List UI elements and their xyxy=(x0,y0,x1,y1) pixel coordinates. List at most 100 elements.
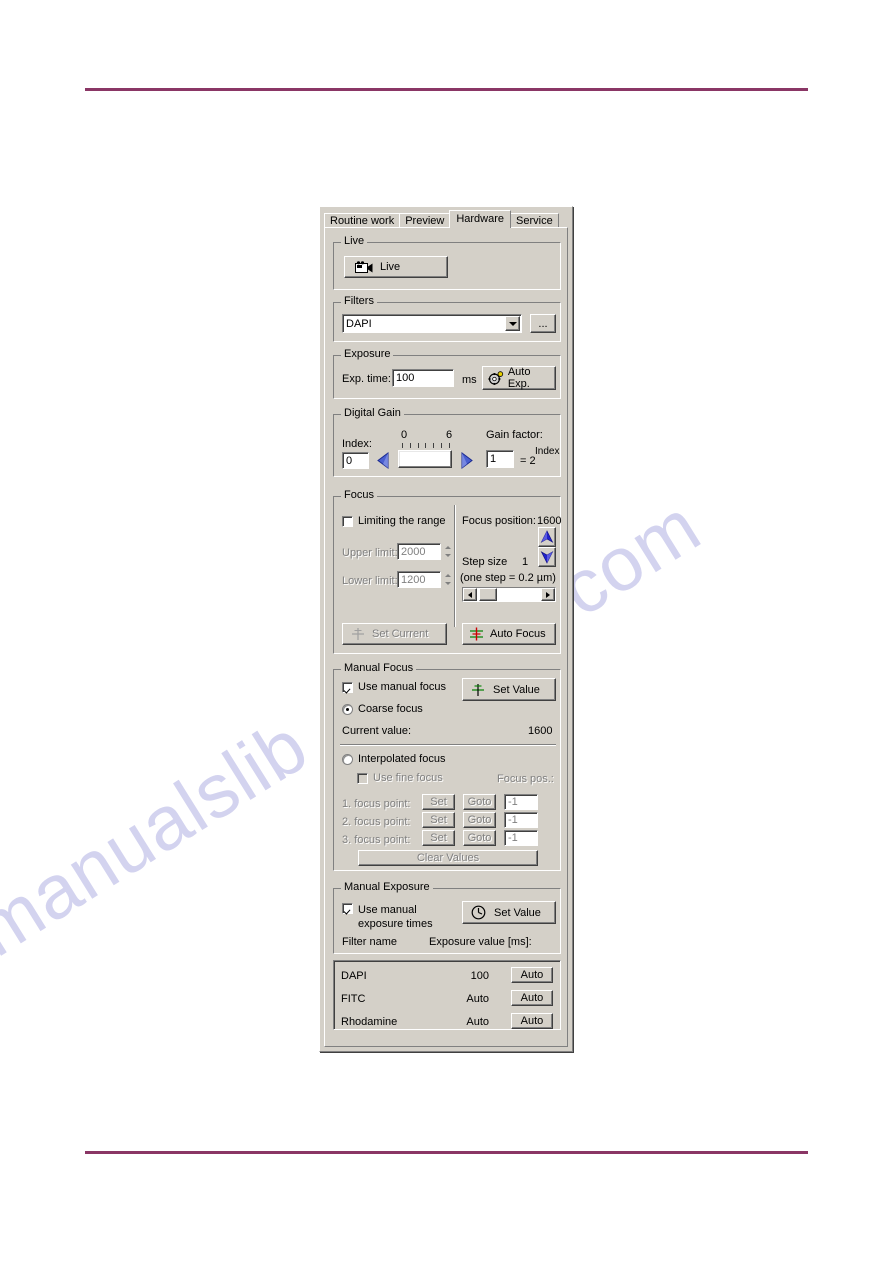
focus-divider xyxy=(454,505,456,627)
lower-limit-spinner-down[interactable] xyxy=(441,579,454,588)
upper-limit-input[interactable]: 2000 xyxy=(397,543,441,560)
focus-point-3-goto-button[interactable]: Goto xyxy=(463,830,496,846)
filter-select-value: DAPI xyxy=(346,317,372,330)
watermark-left: manualslib xyxy=(0,703,323,973)
focus-set-icon xyxy=(352,628,364,640)
chevron-down-icon[interactable] xyxy=(505,316,520,331)
filter-select[interactable]: DAPI xyxy=(342,314,522,333)
use-manual-focus-checkbox[interactable]: Use manual focus xyxy=(342,681,446,693)
live-button[interactable]: Live xyxy=(344,256,448,278)
digital-gain-group-title: Digital Gain xyxy=(341,408,404,419)
use-manual-exposure-label-line1: Use manual xyxy=(358,904,417,916)
exposure-row-2-auto-button[interactable]: Auto xyxy=(511,990,553,1006)
focus-group: Focus Limiting the range Upper limit: 20… xyxy=(333,490,561,654)
page-footer-rule xyxy=(85,1151,808,1154)
manual-focus-set-value-label: Set Value xyxy=(493,683,540,696)
page-header-rule xyxy=(85,88,808,91)
arrow-up-icon xyxy=(540,530,554,543)
table-row[interactable]: DAPI 100 Auto xyxy=(334,965,560,987)
scrollbar-track[interactable] xyxy=(477,588,541,601)
coarse-focus-radio[interactable]: Coarse focus xyxy=(342,703,423,715)
table-row[interactable]: Rhodamine Auto Auto xyxy=(334,1011,560,1033)
scrollbar-thumb[interactable] xyxy=(479,588,497,601)
gain-slider-thumb[interactable] xyxy=(398,450,452,468)
use-fine-focus-label: Use fine focus xyxy=(373,772,443,784)
set-current-button[interactable]: Set Current xyxy=(342,623,447,645)
focus-point-1-label: 1. focus point: xyxy=(342,798,411,810)
lower-limit-spinner[interactable] xyxy=(441,571,454,588)
use-manual-exposure-checkbox-box[interactable] xyxy=(342,903,353,914)
live-group: Live Live xyxy=(333,236,561,290)
auto-exposure-button[interactable]: Auto Exp. xyxy=(482,366,556,390)
use-manual-focus-checkbox-box[interactable] xyxy=(342,681,353,693)
upper-limit-spinner-down[interactable] xyxy=(441,551,454,560)
exposure-row-2-value: Auto xyxy=(466,993,489,1005)
focus-set-icon xyxy=(472,683,484,696)
lower-limit-input[interactable]: 1200 xyxy=(397,571,441,588)
use-fine-focus-checkbox-box[interactable] xyxy=(357,772,368,784)
focus-point-3-pos[interactable]: -1 xyxy=(504,830,538,846)
current-value-label: Current value: xyxy=(342,725,412,737)
use-fine-focus-checkbox[interactable]: Use fine focus xyxy=(357,772,443,784)
filters-browse-button[interactable]: ... xyxy=(530,314,556,333)
exposure-group: Exposure Exp. time: 100 ms Auto Exp. xyxy=(333,349,561,399)
focus-point-2-pos[interactable]: -1 xyxy=(504,812,538,828)
scroll-right-button[interactable] xyxy=(541,588,555,601)
focus-point-1-goto-button[interactable]: Goto xyxy=(463,794,496,810)
limiting-range-checkbox[interactable]: Limiting the range xyxy=(342,515,445,527)
gain-decrease-button[interactable] xyxy=(376,452,392,469)
clock-icon xyxy=(471,905,486,920)
focus-point-3-label: 3. focus point: xyxy=(342,834,411,846)
interpolated-focus-radio[interactable]: Interpolated focus xyxy=(342,753,445,765)
step-size-label: Step size xyxy=(462,556,508,568)
focus-position-label: Focus position: xyxy=(462,515,536,527)
focus-point-2-goto-button[interactable]: Goto xyxy=(463,812,496,828)
gain-equals-label: = 2 xyxy=(520,455,536,467)
tab-routine-work[interactable]: Routine work xyxy=(324,213,401,228)
upper-limit-spinner[interactable] xyxy=(441,543,454,560)
gain-factor-input[interactable]: 1 xyxy=(486,450,514,468)
focus-down-button[interactable] xyxy=(538,547,556,567)
gain-index-input[interactable]: 0 xyxy=(342,452,369,469)
step-size-note: (one step = 0.2 µm) xyxy=(460,572,556,584)
lower-limit-spinner-up[interactable] xyxy=(441,571,454,580)
focus-up-button[interactable] xyxy=(538,527,556,547)
current-value: 1600 xyxy=(528,725,553,737)
interpolated-focus-radio-box[interactable] xyxy=(342,753,353,765)
arrow-down-icon xyxy=(540,551,554,564)
step-size-scrollbar[interactable] xyxy=(462,587,556,602)
focus-point-3-set-button[interactable]: Set xyxy=(422,830,455,846)
upper-limit-spinner-up[interactable] xyxy=(441,543,454,552)
focus-pos-header: Focus pos.: xyxy=(497,773,554,785)
gain-increase-button[interactable] xyxy=(459,452,475,469)
manual-focus-set-value-button[interactable]: Set Value xyxy=(462,678,556,701)
clear-values-button[interactable]: Clear Values xyxy=(358,850,538,866)
coarse-focus-radio-box[interactable] xyxy=(342,703,353,715)
exp-time-input[interactable]: 100 xyxy=(392,369,454,387)
interpolated-focus-label: Interpolated focus xyxy=(358,753,446,765)
exposure-value-column-header: Exposure value [ms]: xyxy=(429,936,532,948)
auto-focus-button[interactable]: Auto Focus xyxy=(462,623,556,645)
exposure-row-3-auto-button[interactable]: Auto xyxy=(511,1013,553,1029)
exposure-row-1-auto-button[interactable]: Auto xyxy=(511,967,553,983)
gain-slider-ticks xyxy=(402,443,450,448)
use-manual-exposure-checkbox[interactable]: Use manual exposure times xyxy=(342,903,433,931)
focus-point-1-set-button[interactable]: Set xyxy=(422,794,455,810)
gain-factor-label: Gain factor: xyxy=(486,429,543,441)
manual-focus-separator xyxy=(340,744,556,746)
tab-preview[interactable]: Preview xyxy=(399,213,451,228)
hardware-settings-dialog: Routine work Preview Hardware Service Li… xyxy=(319,206,573,1052)
limiting-range-checkbox-box[interactable] xyxy=(342,515,353,527)
limiting-range-label: Limiting the range xyxy=(358,515,446,527)
tab-hardware[interactable]: Hardware xyxy=(449,210,512,228)
scroll-left-button[interactable] xyxy=(463,588,477,601)
tab-service[interactable]: Service xyxy=(510,213,559,228)
focus-point-2-set-button[interactable]: Set xyxy=(422,812,455,828)
gear-icon xyxy=(488,370,504,385)
focus-point-1-pos[interactable]: -1 xyxy=(504,794,538,810)
manual-exposure-set-value-label: Set Value xyxy=(494,906,541,919)
manual-exposure-set-value-button[interactable]: Set Value xyxy=(462,901,556,924)
auto-focus-icon xyxy=(470,627,483,641)
exposure-table: DAPI 100 Auto FITC Auto Auto Rhodamine A… xyxy=(333,960,561,1030)
table-row[interactable]: FITC Auto Auto xyxy=(334,988,560,1010)
